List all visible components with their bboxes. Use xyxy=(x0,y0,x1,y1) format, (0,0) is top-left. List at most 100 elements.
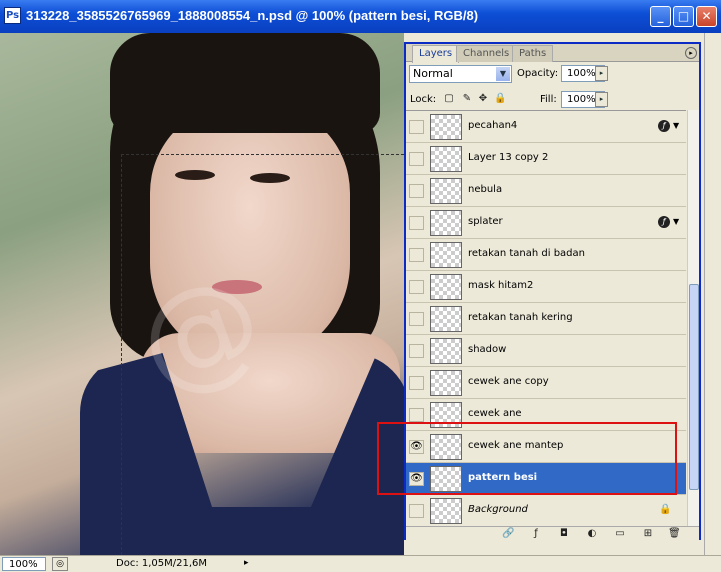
lock-image-icon[interactable]: ✎ xyxy=(461,93,473,105)
visibility-toggle[interactable] xyxy=(409,216,424,230)
layer-thumbnail xyxy=(430,498,462,524)
blend-mode-select[interactable]: Normal ▼ xyxy=(409,65,512,83)
layer-mask-icon[interactable]: ◘ xyxy=(558,528,570,540)
layer-name: cewek ane xyxy=(468,408,522,419)
tab-paths[interactable]: Paths xyxy=(512,45,554,62)
delete-layer-icon[interactable]: 🗑 xyxy=(668,528,681,540)
layer-thumbnail xyxy=(430,274,462,300)
layer-thumbnail xyxy=(430,242,462,268)
layer-name: splater xyxy=(468,216,503,227)
expand-effects-icon[interactable]: ▼ xyxy=(673,217,679,226)
layer-row[interactable]: 👁 cewek ane mantep xyxy=(406,431,686,463)
layer-name: pecahan4 xyxy=(468,120,518,131)
layer-row[interactable]: pecahan4 ƒ ▼ xyxy=(406,111,686,143)
visibility-toggle[interactable] xyxy=(409,280,424,294)
right-eye-shape xyxy=(250,173,290,183)
opacity-slider-arrow-icon[interactable]: ▸ xyxy=(595,66,608,81)
transform-guide-left xyxy=(121,154,122,555)
layer-row[interactable]: mask hitam2 xyxy=(406,271,686,303)
minimize-button[interactable]: _ xyxy=(650,6,671,27)
layer-name: retakan tanah di badan xyxy=(468,248,585,259)
layer-name: pattern besi xyxy=(468,472,538,483)
layers-panel: Layers Channels Paths ▸ Normal ▼ Opacity… xyxy=(404,42,701,540)
visibility-toggle[interactable] xyxy=(409,408,424,422)
layer-row[interactable]: cewek ane xyxy=(406,399,686,431)
visibility-toggle[interactable] xyxy=(409,344,424,358)
layer-style-icon[interactable]: ƒ xyxy=(530,528,542,540)
panel-menu-icon[interactable]: ▸ xyxy=(685,47,697,59)
lock-all-icon[interactable]: 🔒 xyxy=(494,93,506,105)
left-eye-shape xyxy=(175,170,215,180)
layer-effects-icon[interactable]: ƒ xyxy=(658,216,670,228)
lock-icon: 🔒 xyxy=(659,504,672,515)
layer-thumbnail xyxy=(430,402,462,428)
layer-row[interactable]: 👁 pattern besi xyxy=(406,463,686,495)
lock-label: Lock: xyxy=(410,94,437,105)
fringe-shape xyxy=(110,33,380,133)
layer-thumbnail xyxy=(430,114,462,140)
layer-thumbnail xyxy=(430,306,462,332)
layer-name: mask hitam2 xyxy=(468,280,534,291)
layer-thumbnail xyxy=(430,178,462,204)
window-title: 313228_3585526765969_1888008554_n.psd @ … xyxy=(26,8,479,23)
visibility-toggle[interactable] xyxy=(409,312,424,326)
close-button[interactable]: ✕ xyxy=(696,6,717,27)
status-bar: 100% ◎ Doc: 1,05M/21,6M ▸ xyxy=(0,555,721,572)
new-layer-icon[interactable]: ⊞ xyxy=(642,528,654,540)
visibility-toggle[interactable] xyxy=(409,504,424,518)
lock-position-icon[interactable]: ✥ xyxy=(477,93,489,105)
window-titlebar[interactable]: Ps 313228_3585526765969_1888008554_n.psd… xyxy=(0,0,721,33)
layer-effects-icon[interactable]: ƒ xyxy=(658,120,670,132)
layer-name: Layer 13 copy 2 xyxy=(468,152,549,163)
tab-layers[interactable]: Layers xyxy=(412,45,460,63)
visibility-toggle[interactable] xyxy=(409,184,424,198)
zoom-field[interactable]: 100% xyxy=(2,557,46,571)
status-menu-arrow-icon[interactable]: ▸ xyxy=(244,558,249,568)
layer-name: cewek ane mantep xyxy=(468,440,564,451)
tab-channels[interactable]: Channels xyxy=(456,45,517,62)
layer-name: Background xyxy=(468,504,528,515)
blend-mode-value: Normal xyxy=(413,67,453,80)
layer-name: retakan tanah kering xyxy=(468,312,573,323)
scrollbar-thumb[interactable] xyxy=(689,284,699,490)
layer-row[interactable]: cewek ane copy xyxy=(406,367,686,399)
canvas-scrollbar[interactable] xyxy=(704,33,721,555)
layer-row[interactable]: retakan tanah di badan xyxy=(406,239,686,271)
visibility-toggle[interactable] xyxy=(409,248,424,262)
layer-row[interactable]: retakan tanah kering xyxy=(406,303,686,335)
navigator-icon[interactable]: ◎ xyxy=(52,557,68,571)
visibility-toggle[interactable] xyxy=(409,376,424,390)
layer-list-scrollbar[interactable] xyxy=(687,110,699,528)
fill-slider-arrow-icon[interactable]: ▸ xyxy=(595,92,608,107)
eye-icon[interactable]: 👁 xyxy=(409,440,424,454)
layer-row[interactable]: Layer 13 copy 2 xyxy=(406,143,686,175)
layer-row[interactable]: splater ƒ ▼ xyxy=(406,207,686,239)
visibility-toggle[interactable] xyxy=(409,152,424,166)
chevron-down-icon[interactable]: ▼ xyxy=(496,67,510,81)
layer-thumbnail xyxy=(430,146,462,172)
layer-name: nebula xyxy=(468,184,503,195)
maximize-button[interactable]: □ xyxy=(673,6,694,27)
expand-effects-icon[interactable]: ▼ xyxy=(673,121,679,130)
layer-name: cewek ane copy xyxy=(468,376,549,387)
photoshop-app-icon: Ps xyxy=(4,7,21,24)
doc-size-info: Doc: 1,05M/21,6M xyxy=(116,558,208,569)
layer-list: pecahan4 ƒ ▼ Layer 13 copy 2 nebula splater ƒ ▼… xyxy=(406,110,686,528)
panel-tabs: Layers Channels Paths ▸ xyxy=(406,44,699,63)
layer-thumbnail xyxy=(430,338,462,364)
eye-icon[interactable]: 👁 xyxy=(409,472,424,486)
layer-thumbnail xyxy=(430,434,462,460)
layer-thumbnail xyxy=(430,370,462,396)
document-canvas[interactable]: @ xyxy=(0,33,404,555)
link-layers-icon[interactable]: 🔗 xyxy=(502,528,514,540)
lock-transparency-icon[interactable]: ▢ xyxy=(443,93,455,105)
layer-thumbnail xyxy=(430,210,462,236)
layer-name: shadow xyxy=(468,344,507,355)
adjustment-layer-icon[interactable]: ◐ xyxy=(586,528,598,540)
visibility-toggle[interactable] xyxy=(409,120,424,134)
layer-row[interactable]: shadow xyxy=(406,335,686,367)
layer-row[interactable]: nebula xyxy=(406,175,686,207)
layers-footer: 🔗 ƒ ◘ ◐ ▭ ⊞ 🗑 xyxy=(406,526,699,540)
layer-row[interactable]: Background 🔒 xyxy=(406,495,686,527)
new-group-icon[interactable]: ▭ xyxy=(614,528,626,540)
